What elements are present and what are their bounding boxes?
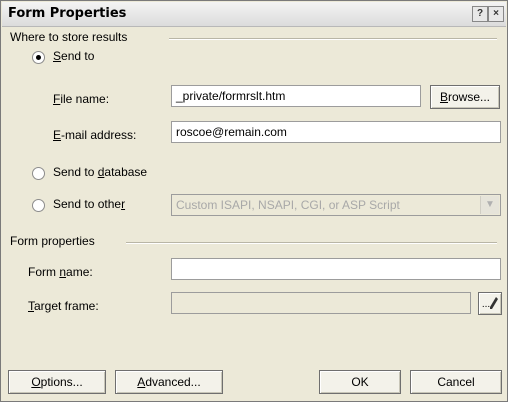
target-frame-input[interactable] bbox=[171, 292, 471, 314]
title-bar: Form Properties ? × bbox=[2, 2, 506, 27]
send-to-database-radio[interactable] bbox=[32, 167, 45, 180]
section-label-form-properties: Form properties bbox=[10, 234, 95, 248]
advanced-button[interactable]: Advanced... bbox=[115, 370, 223, 394]
target-frame-label: Target frame: bbox=[28, 299, 99, 313]
target-frame-button[interactable]: ... bbox=[478, 292, 502, 315]
browse-button[interactable]: Browse... bbox=[430, 85, 500, 109]
section-label-store-results: Where to store results bbox=[10, 30, 128, 44]
email-address-input[interactable]: roscoe@remain.com bbox=[171, 121, 501, 143]
send-to-other-select[interactable]: Custom ISAPI, NSAPI, CGI, or ASP Script … bbox=[171, 194, 501, 216]
chevron-down-icon: ▼ bbox=[480, 196, 499, 214]
cancel-button[interactable]: Cancel bbox=[410, 370, 502, 394]
send-to-radio[interactable] bbox=[32, 51, 45, 64]
close-button[interactable]: × bbox=[488, 6, 504, 22]
form-name-input[interactable] bbox=[171, 258, 501, 280]
dialog-title: Form Properties bbox=[8, 6, 127, 21]
file-name-label: File name: bbox=[53, 92, 110, 106]
pencil-icon bbox=[490, 297, 499, 309]
close-icon: × bbox=[493, 8, 499, 19]
send-to-other-label[interactable]: Send to other bbox=[53, 197, 125, 211]
help-icon: ? bbox=[476, 8, 484, 19]
send-to-other-select-value: Custom ISAPI, NSAPI, CGI, or ASP Script bbox=[176, 198, 400, 212]
radio-selected-dot bbox=[36, 55, 41, 60]
send-to-label[interactable]: Send to bbox=[53, 49, 94, 63]
help-button[interactable]: ? bbox=[472, 6, 488, 22]
email-address-label: E-mail address: bbox=[53, 128, 137, 142]
section-divider bbox=[169, 38, 497, 40]
file-name-input[interactable]: _private/formrslt.htm bbox=[171, 85, 421, 107]
ok-button[interactable]: OK bbox=[319, 370, 401, 394]
form-name-label: Form name: bbox=[28, 265, 93, 279]
options-button[interactable]: Options... bbox=[8, 370, 106, 394]
section-divider bbox=[126, 242, 497, 244]
target-frame-dots: ... bbox=[481, 299, 491, 310]
send-to-other-radio[interactable] bbox=[32, 199, 45, 212]
send-to-database-label[interactable]: Send to database bbox=[53, 165, 147, 179]
form-properties-dialog: Form Properties ? × Where to store resul… bbox=[0, 0, 508, 402]
